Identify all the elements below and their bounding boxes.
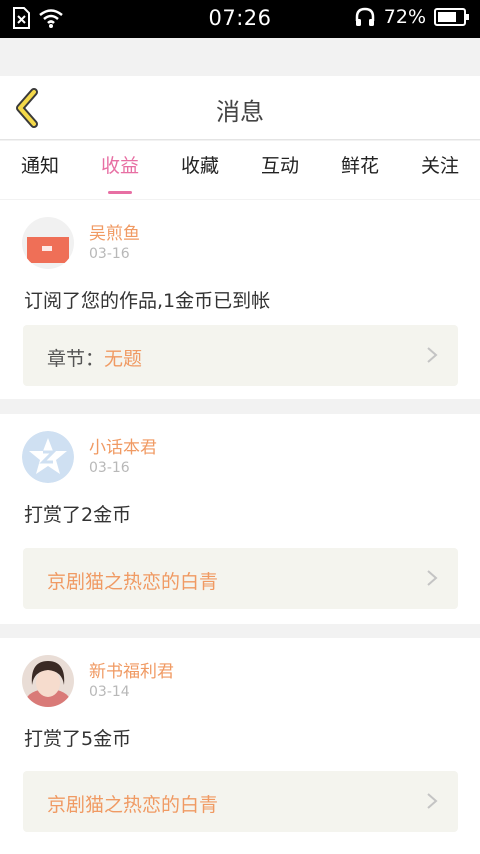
message-text: 打赏了2金币 bbox=[24, 504, 132, 526]
work-link[interactable]: 京剧猫之热恋的白青 bbox=[23, 548, 458, 609]
battery-percent: 72% bbox=[383, 6, 426, 28]
headphone-icon bbox=[355, 7, 375, 26]
avatar[interactable] bbox=[22, 217, 74, 269]
tab-favorites[interactable]: 收藏 bbox=[160, 151, 240, 178]
tab-notifications[interactable]: 通知 bbox=[0, 151, 80, 178]
avatar[interactable] bbox=[22, 431, 74, 483]
tab-interactions[interactable]: 互动 bbox=[240, 151, 320, 178]
work-link[interactable]: 京剧猫之热恋的白青 bbox=[23, 771, 458, 832]
link-label: 无题 bbox=[104, 348, 143, 370]
tab-bar: 通知 收益 收藏 互动 鲜花 关注 bbox=[0, 141, 480, 199]
status-bar: 07:26 72% bbox=[0, 0, 480, 38]
tab-earnings-label: 收益 bbox=[100, 155, 139, 177]
link-label: 京剧猫之热恋的白青 bbox=[47, 571, 219, 593]
message-card: 新书福利君 03-14 打赏了5金币 京剧猫之热恋的白青 bbox=[0, 638, 480, 854]
message-card: 吴煎鱼 03-16 订阅了您的作品,1金币已到帐 章节：无题 bbox=[0, 200, 480, 399]
sender-name[interactable]: 新书福利君 bbox=[89, 657, 174, 682]
chapter-link[interactable]: 章节：无题 bbox=[23, 325, 458, 386]
sender-name[interactable]: 吴煎鱼 bbox=[89, 219, 140, 244]
header: 消息 bbox=[0, 76, 480, 140]
chevron-right-icon bbox=[427, 347, 438, 363]
tab-flowers[interactable]: 鲜花 bbox=[320, 151, 400, 178]
avatar[interactable] bbox=[22, 655, 74, 707]
message-text: 订阅了您的作品,1金币已到帐 bbox=[24, 290, 271, 312]
message-date: 03-16 bbox=[89, 460, 130, 476]
link-label: 京剧猫之热恋的白青 bbox=[47, 794, 219, 816]
tab-follows[interactable]: 关注 bbox=[400, 151, 480, 178]
active-tab-indicator bbox=[108, 191, 132, 194]
battery-icon bbox=[434, 8, 469, 26]
chevron-right-icon bbox=[427, 570, 438, 586]
link-prefix: 章节： bbox=[47, 348, 105, 370]
message-date: 03-16 bbox=[89, 246, 130, 262]
sender-name[interactable]: 小话本君 bbox=[89, 433, 157, 458]
message-date: 03-14 bbox=[89, 684, 130, 700]
chevron-right-icon bbox=[427, 793, 438, 809]
message-card: 小话本君 03-16 打赏了2金币 京剧猫之热恋的白青 bbox=[0, 414, 480, 624]
page-title: 消息 bbox=[216, 98, 264, 126]
tab-earnings[interactable]: 收益 bbox=[80, 151, 160, 194]
message-text: 打赏了5金币 bbox=[24, 728, 132, 750]
